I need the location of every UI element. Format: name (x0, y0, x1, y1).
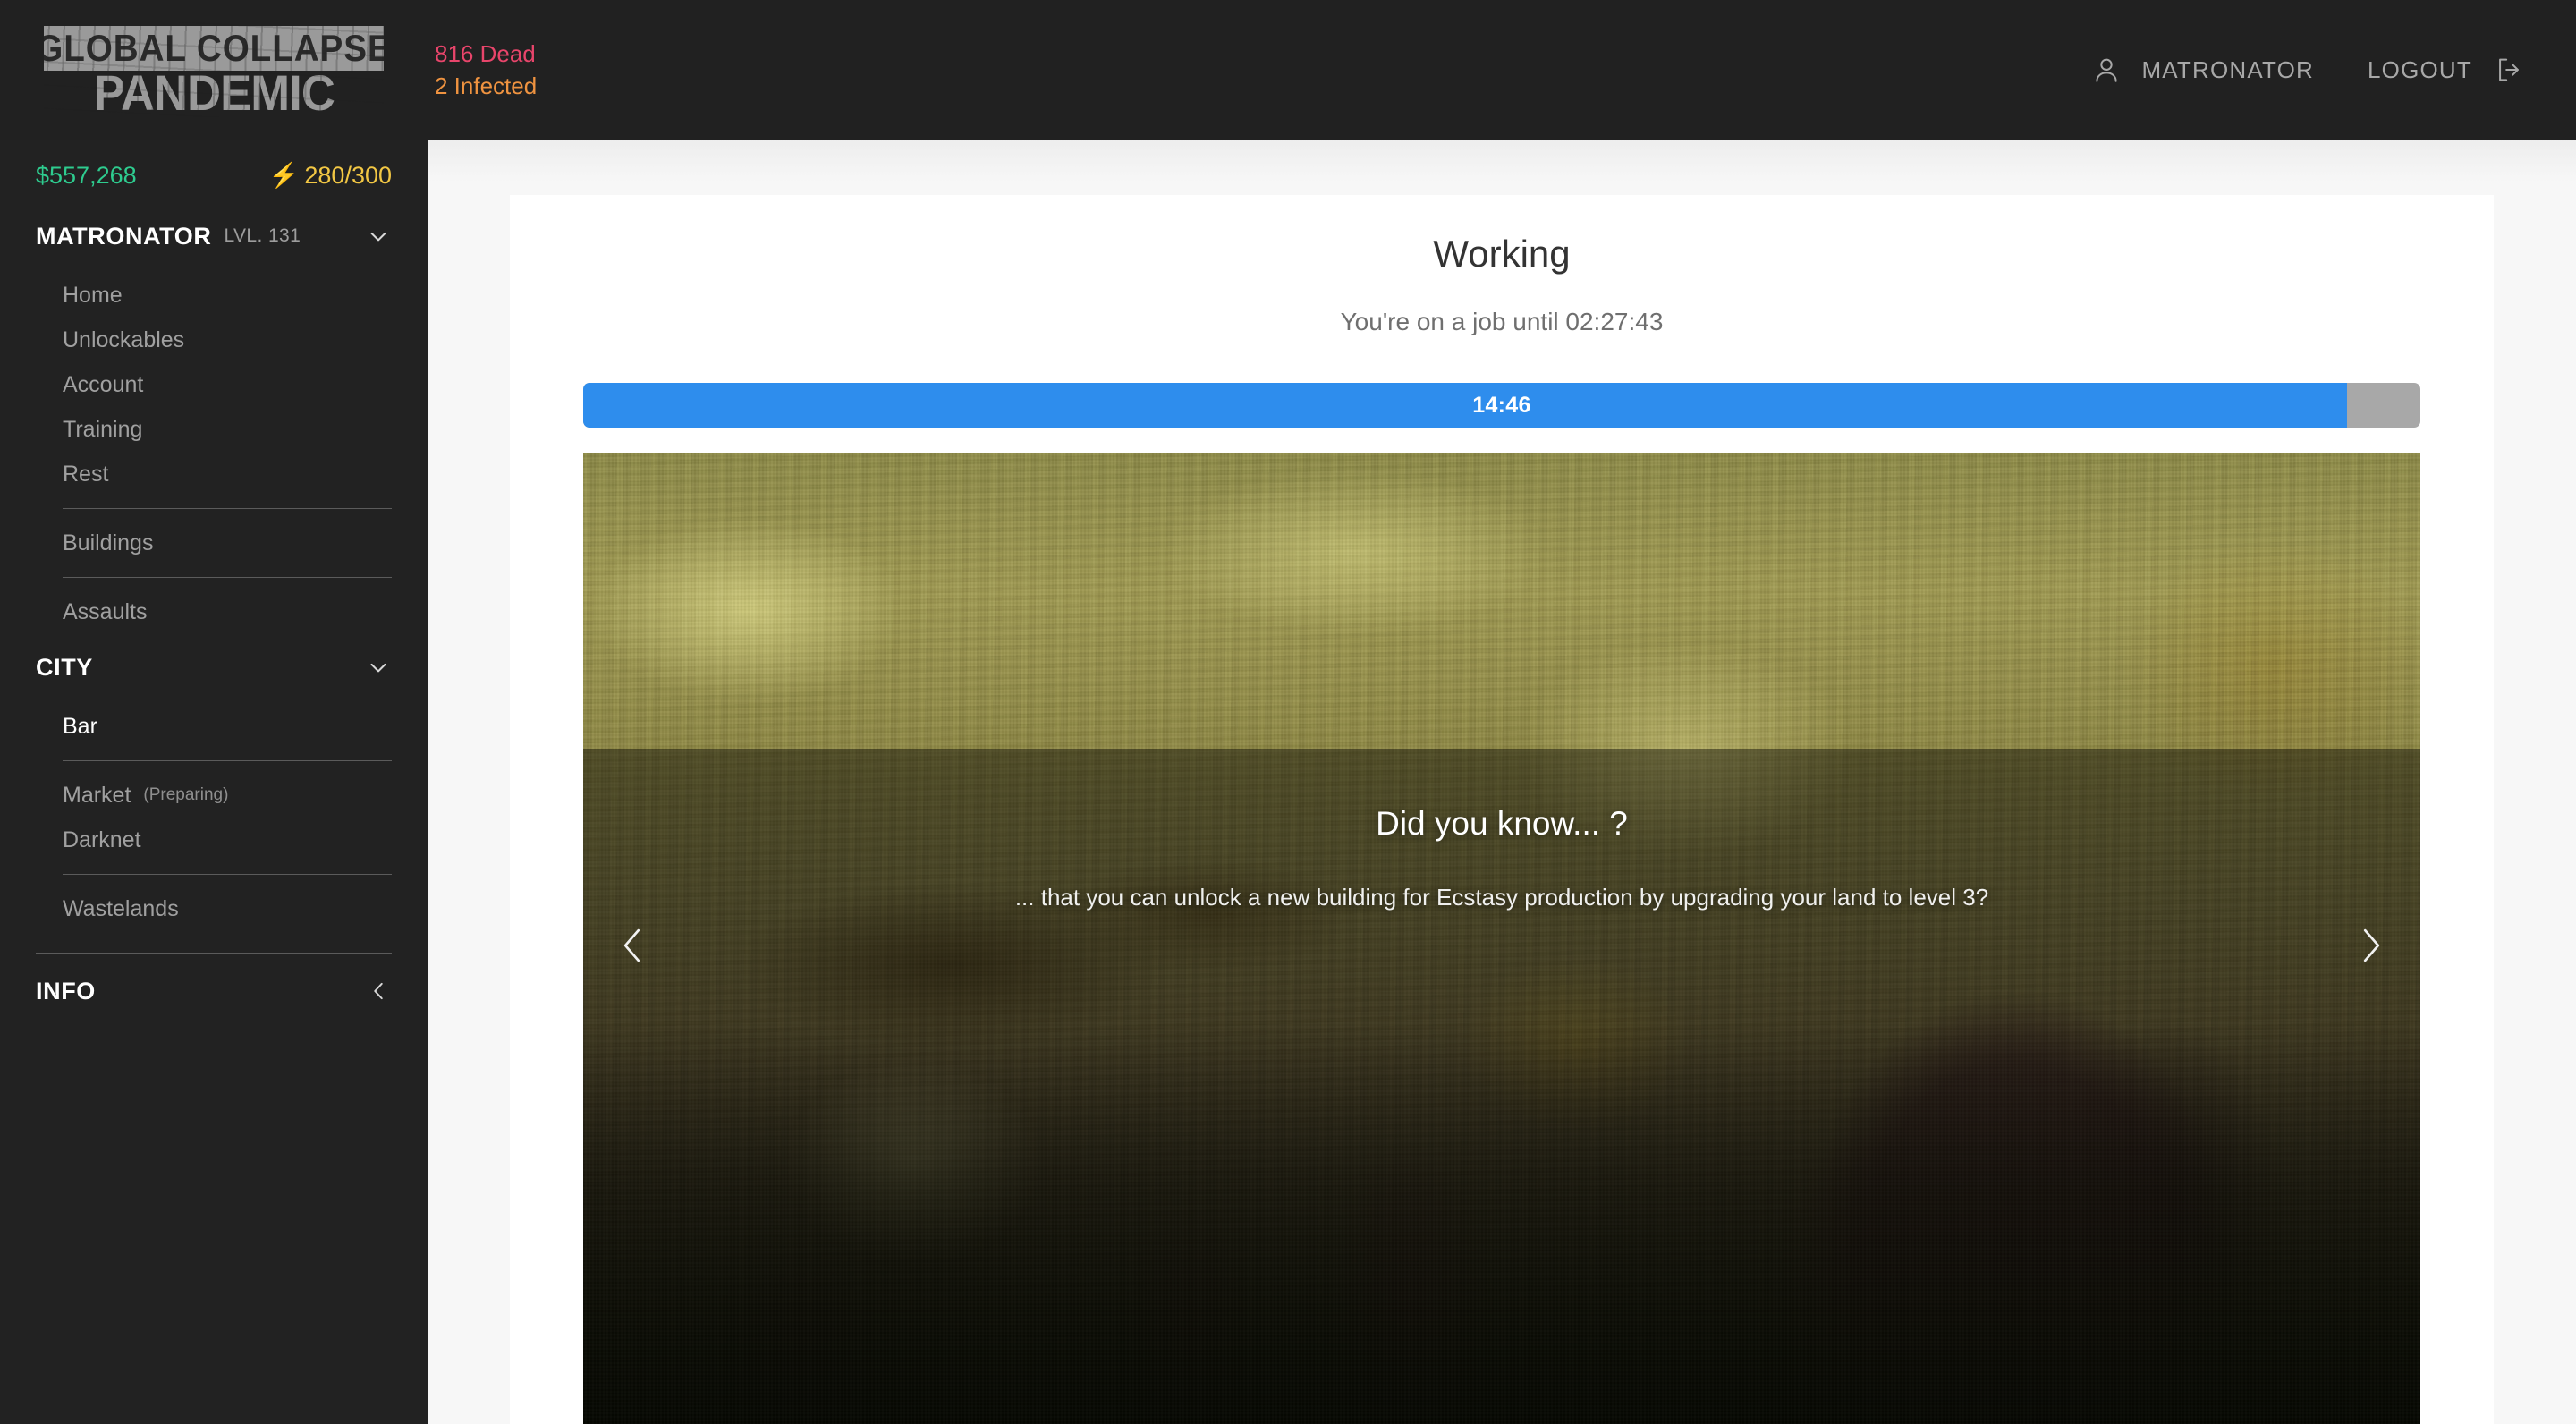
tip-overlay-scrim (583, 749, 2420, 1424)
logo-line-1-text: GLOBAL COLLAPSE (44, 27, 384, 69)
job-progress-bar: 14:46 (583, 383, 2420, 428)
job-progress-label: 14:46 (1472, 392, 1531, 418)
tips-carousel: Did you know... ? ... that you can unloc… (583, 453, 2420, 1424)
sidebar-item-label: Wastelands (63, 895, 179, 921)
user-avatar-icon (2091, 55, 2122, 85)
sidebar-item-label: Unlockables (63, 326, 185, 352)
sidebar-item-label: Training (63, 416, 143, 442)
chevron-left-icon[interactable] (365, 978, 392, 1004)
sidebar-section-city-title: CITY (36, 653, 93, 681)
working-card: Working You're on a job until 02:27:43 1… (510, 195, 2494, 1424)
app-root: GLOBAL COLLAPSE PANDEMIC 816 Dead 2 Infe… (0, 0, 2576, 1424)
tip-title: Did you know... ? (1376, 805, 1628, 842)
logo-wrap: GLOBAL COLLAPSE PANDEMIC (44, 22, 384, 117)
sidebar-item-unlockables[interactable]: Unlockables (0, 318, 428, 362)
sidebar-item-market[interactable]: Market (Preparing) (0, 773, 428, 818)
sidebar: $557,268 ⚡ 280/300 MATRONATOR LVL. 131 H… (0, 140, 428, 1424)
sidebar-item-label: Account (63, 371, 144, 397)
sidebar-item-label: Bar (63, 713, 97, 739)
sidebar-item-buildings[interactable]: Buildings (0, 521, 428, 565)
infected-count: 2 Infected (435, 72, 538, 99)
sidebar-item-label: Market (63, 782, 131, 808)
sidebar-section-city[interactable]: CITY (0, 641, 428, 693)
top-header-bar: GLOBAL COLLAPSE PANDEMIC 816 Dead 2 Infe… (0, 0, 2576, 140)
sidebar-divider (63, 760, 392, 761)
sidebar-player-items: Home Unlockables Account Training Rest B… (0, 262, 428, 634)
sidebar-item-label: Darknet (63, 826, 141, 852)
chevron-down-icon[interactable] (365, 654, 392, 681)
job-status-text: You're on a job until 02:27:43 (1340, 308, 1664, 335)
sidebar-item-rest[interactable]: Rest (0, 452, 428, 496)
wallet-row: $557,268 ⚡ 280/300 (0, 140, 428, 210)
money-amount: $557,268 (36, 161, 137, 189)
chevron-down-icon[interactable] (365, 223, 392, 250)
carousel-prev-button[interactable] (601, 914, 664, 977)
bolt-icon: ⚡ (268, 161, 300, 189)
sidebar-divider (63, 508, 392, 509)
energy-value: 280/300 (304, 161, 392, 189)
logout-button[interactable]: LOGOUT (2368, 55, 2524, 85)
sidebar-item-assaults[interactable]: Assaults (0, 589, 428, 634)
sidebar-section-info[interactable]: INFO (0, 965, 428, 1017)
brand-logo[interactable]: GLOBAL COLLAPSE PANDEMIC (0, 0, 428, 140)
player-level-label: LVL. 131 (224, 225, 301, 246)
tip-text: ... that you can unlock a new building f… (1014, 884, 1989, 911)
sidebar-item-label: Assaults (63, 598, 148, 624)
logout-label: LOGOUT (2368, 55, 2472, 83)
page-title: Working (1433, 233, 1571, 275)
sidebar-item-label: Rest (63, 461, 109, 487)
main-page: Working You're on a job until 02:27:43 1… (428, 140, 2576, 1424)
chevron-left-icon (608, 921, 657, 970)
sidebar-item-darknet[interactable]: Darknet (0, 818, 428, 862)
sidebar-divider (36, 953, 392, 954)
sidebar-item-wastelands[interactable]: Wastelands (0, 886, 428, 931)
sidebar-item-training[interactable]: Training (0, 407, 428, 452)
logo-line-1: GLOBAL COLLAPSE (44, 26, 384, 71)
epidemic-stats: 816 Dead 2 Infected (435, 39, 537, 101)
logo-line-2-text: PANDEMIC (93, 67, 335, 117)
sidebar-section-info-title: INFO (36, 977, 96, 1004)
dead-count: 816 Dead (435, 39, 536, 67)
sidebar-city-items: Bar Market (Preparing) Darknet Wasteland… (0, 693, 428, 931)
sidebar-item-label: Home (63, 282, 123, 308)
sidebar-item-account[interactable]: Account (0, 362, 428, 407)
user-name-label: MATRONATOR (2141, 55, 2314, 83)
sidebar-item-home[interactable]: Home (0, 273, 428, 318)
sidebar-item-bar[interactable]: Bar (0, 704, 428, 749)
sidebar-section-player[interactable]: MATRONATOR LVL. 131 (0, 210, 428, 262)
sidebar-divider (63, 577, 392, 578)
header-right-cluster: MATRONATOR LOGOUT (2091, 55, 2576, 85)
sidebar-divider (63, 874, 392, 875)
carousel-next-button[interactable] (2340, 914, 2402, 977)
logout-icon (2494, 55, 2524, 85)
sidebar-item-label: Buildings (63, 530, 154, 555)
sidebar-item-note: (Preparing) (143, 785, 229, 804)
user-menu[interactable]: MATRONATOR (2091, 55, 2314, 85)
energy-meter: ⚡ 280/300 (269, 162, 392, 190)
chevron-right-icon (2347, 921, 2395, 970)
sidebar-section-player-title: MATRONATOR (36, 222, 212, 250)
logo-line-2: PANDEMIC (44, 67, 384, 117)
